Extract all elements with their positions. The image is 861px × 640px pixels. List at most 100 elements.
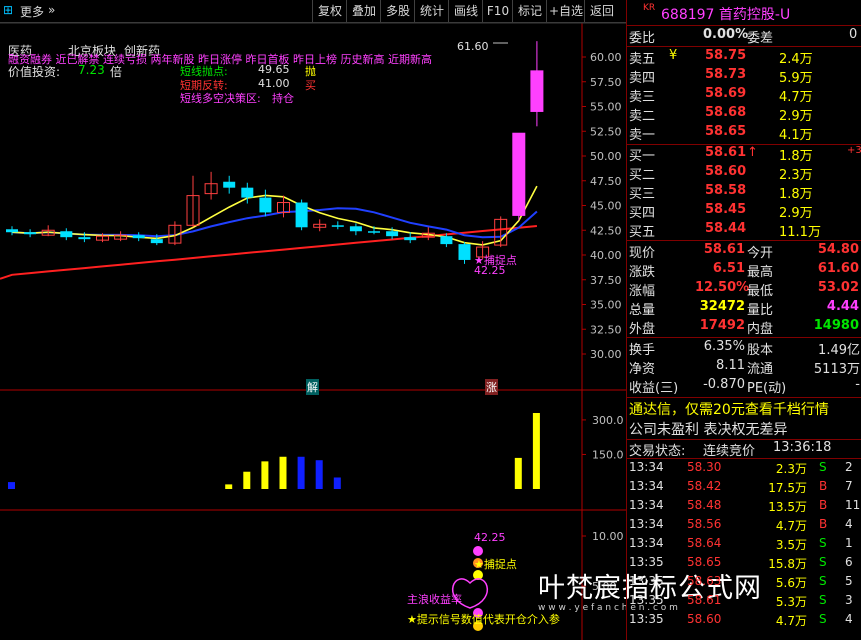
promo-row[interactable]: 通达信，仅需20元查看千档行情 bbox=[627, 399, 861, 419]
candle-body-down bbox=[60, 231, 73, 238]
tick-row[interactable]: 13:35 58.65 15.8万 S 6 bbox=[627, 555, 861, 573]
stat-value: 17492 bbox=[699, 318, 745, 333]
limit-up-tag[interactable]: 涨 bbox=[485, 379, 498, 395]
short-buy-value: 41.00 bbox=[258, 77, 290, 90]
candle-body-down bbox=[132, 235, 145, 239]
high-price-marker: 61.60 bbox=[457, 40, 489, 53]
volume-bar bbox=[261, 461, 269, 489]
tick-v: 15.8万 bbox=[768, 557, 807, 571]
unlock-tag[interactable]: 解 bbox=[306, 379, 319, 395]
candle-body-down bbox=[349, 226, 362, 232]
value-invest-value: 7.23 bbox=[78, 63, 105, 77]
fin-label: 换手 bbox=[629, 343, 656, 358]
tick-n: 5 bbox=[845, 574, 853, 588]
stat-row-3: 总量 32472 量比 4.44 bbox=[627, 299, 861, 318]
stat-row-2: 涨幅 12.50% 最低 53.02 bbox=[627, 280, 861, 299]
tick-p: 58.56 bbox=[687, 517, 722, 531]
stat-value-2: 61.60 bbox=[817, 261, 859, 276]
volume-bar bbox=[243, 471, 251, 489]
price-axis-label: 57.50 bbox=[590, 76, 622, 89]
sell-level-label: 卖五 bbox=[629, 52, 656, 67]
candle-body-down bbox=[259, 197, 272, 213]
tick-row[interactable]: 13:35 58.63 5.6万 S 5 bbox=[627, 574, 861, 592]
candle-body-down bbox=[241, 187, 254, 198]
volume-bar bbox=[532, 413, 540, 489]
buy-level-label: 买二 bbox=[629, 168, 656, 183]
catch-point-value: 42.25 bbox=[474, 264, 506, 277]
tick-v: 13.5万 bbox=[768, 500, 807, 514]
toolbar-button-8[interactable]: 返回 bbox=[584, 0, 619, 22]
value-invest-unit: 倍 bbox=[110, 65, 123, 79]
grid-menu-icon[interactable]: ⊞ bbox=[3, 3, 13, 17]
candle-body-down bbox=[78, 237, 91, 240]
toolbar-button-2[interactable]: 多股 bbox=[380, 0, 415, 22]
buy-price: 58.60 bbox=[705, 164, 747, 179]
stock-title: 688197 首药控股-U bbox=[661, 7, 791, 23]
tick-n: 11 bbox=[845, 498, 861, 512]
ma5-line bbox=[11, 185, 538, 246]
price-axis-label: 40.00 bbox=[590, 249, 622, 262]
market-tag: KR bbox=[643, 3, 656, 13]
sell-price: 58.69 bbox=[705, 86, 747, 101]
buy-price: 58.44 bbox=[705, 221, 747, 236]
sell-volume: 2.4万 bbox=[779, 52, 813, 67]
toolbar-button-7[interactable]: +自选 bbox=[546, 0, 585, 22]
tick-p: 58.30 bbox=[687, 460, 722, 474]
fin-label-2: PE(动) bbox=[747, 381, 787, 396]
kline-chart[interactable]: 60.00 57.50 55.00 52.50 50.00 47.50 45.00 42.50… bbox=[0, 23, 626, 640]
tick-p: 58.60 bbox=[687, 612, 722, 626]
tick-row[interactable]: 13:34 58.30 2.3万 S 2 bbox=[627, 460, 861, 478]
value-invest-label: 价值投资: bbox=[8, 65, 61, 79]
fin-label: 收益(三) bbox=[629, 381, 679, 396]
promo-text[interactable]: 通达信，仅需20元查看千档行情 bbox=[629, 399, 829, 419]
tick-row[interactable]: 13:34 58.42 17.5万 B 7 bbox=[627, 479, 861, 497]
stat-value: 32472 bbox=[699, 299, 745, 314]
trade-status-value: 连续竞价 bbox=[703, 444, 756, 459]
buy-volume: 1.8万 bbox=[779, 187, 813, 202]
buy-row-4: 买五 58.44 11.1万 bbox=[627, 221, 861, 240]
tick-row[interactable]: 13:35 58.60 4.7万 S 4 bbox=[627, 612, 861, 630]
hint-text: ★提示信号数值代表开仓介入参 bbox=[407, 613, 560, 626]
tick-n: 7 bbox=[845, 479, 853, 493]
stat-value: 58.61 bbox=[703, 242, 745, 257]
buy-row-0: 买一 ↑ 58.61 1.8万 +3 bbox=[627, 145, 861, 164]
tick-row[interactable]: 13:35 58.61 5.3万 S 3 bbox=[627, 593, 861, 611]
price-axis-label: 35.00 bbox=[590, 299, 622, 312]
stat-label-2: 量比 bbox=[747, 303, 774, 318]
quote-panel: KR 688197 首药控股-U 委比 0.00% 委差 0 卖五 ¥58.75 2… bbox=[626, 0, 861, 640]
candle-body-down bbox=[24, 232, 37, 235]
tick-v: 5.6万 bbox=[775, 576, 807, 590]
toolbar-button-4[interactable]: 画线 bbox=[448, 0, 483, 22]
candle-body-down bbox=[6, 229, 18, 233]
double-chevron-icon[interactable]: » bbox=[48, 3, 55, 17]
buy-mark: ↑ bbox=[747, 145, 758, 160]
volume-bar bbox=[8, 482, 15, 489]
volume-axis-label: 150.0 bbox=[592, 448, 624, 461]
tick-s: B bbox=[819, 498, 828, 512]
toolbar-button-6[interactable]: 标记 bbox=[512, 0, 547, 22]
weibi-row: 委比 0.00% 委差 0 bbox=[627, 27, 861, 46]
tick-row[interactable]: 13:34 58.56 4.7万 B 4 bbox=[627, 517, 861, 535]
short-buy-tag: 买 bbox=[305, 79, 316, 92]
tick-v: 4.7万 bbox=[775, 614, 807, 628]
toolbar-button-3[interactable]: 统计 bbox=[414, 0, 449, 22]
fin-value-2: 1.49亿 bbox=[818, 343, 860, 358]
more-menu-button[interactable]: 更多 bbox=[20, 3, 44, 20]
fin-value-2: - bbox=[855, 377, 860, 392]
toolbar-button-1[interactable]: 叠加 bbox=[346, 0, 381, 22]
tick-s: S bbox=[819, 536, 827, 550]
candle-body-down bbox=[150, 239, 163, 244]
stat-value: 6.51 bbox=[712, 261, 745, 276]
tick-row[interactable]: 13:34 58.64 3.5万 S 1 bbox=[627, 536, 861, 554]
price-axis-label: 50.00 bbox=[590, 150, 622, 163]
toolbar-button-0[interactable]: 复权 bbox=[312, 0, 347, 22]
buy-row-2: 买三 58.58 1.8万 bbox=[627, 183, 861, 202]
stat-label-2: 最高 bbox=[747, 265, 774, 280]
tick-row[interactable]: 13:34 58.48 13.5万 B 11 bbox=[627, 498, 861, 516]
fin-value: 6.35% bbox=[703, 339, 745, 354]
sell-level-label: 卖一 bbox=[629, 128, 656, 143]
volume-bar bbox=[297, 456, 305, 489]
toolbar-button-5[interactable]: F10 bbox=[482, 0, 513, 22]
sell-price: 58.65 bbox=[705, 124, 747, 139]
tick-t: 13:34 bbox=[629, 479, 664, 493]
